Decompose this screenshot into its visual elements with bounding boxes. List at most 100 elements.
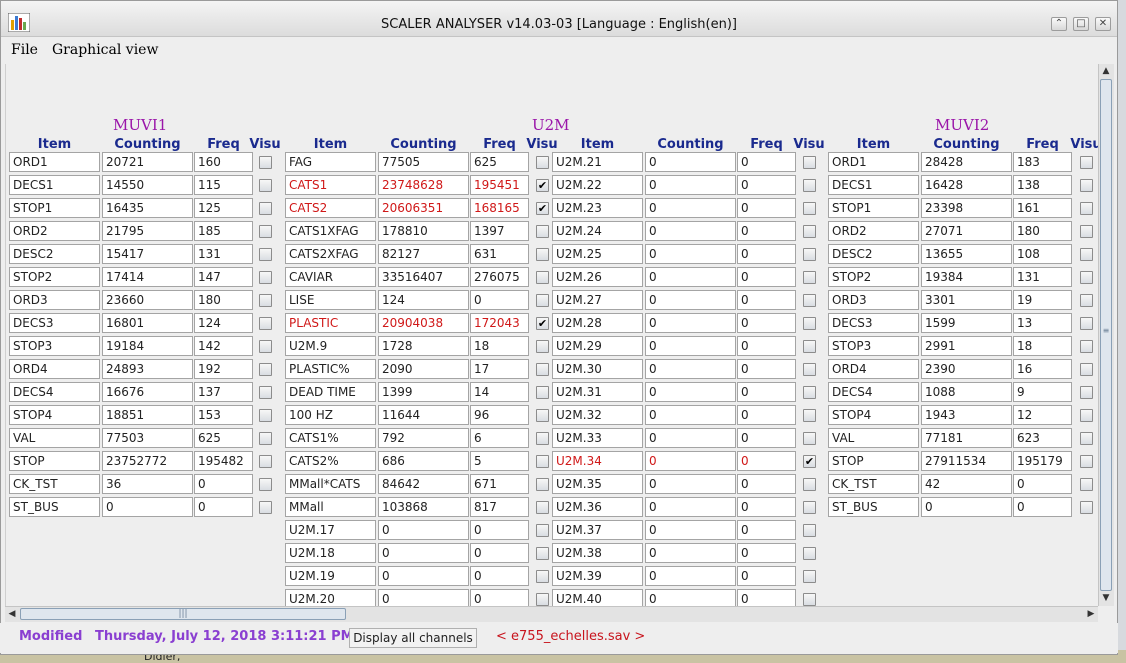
visu-checkbox[interactable]	[259, 432, 272, 445]
freq-field[interactable]: 18	[470, 336, 529, 356]
item-name-field[interactable]: DEAD TIME	[285, 382, 376, 402]
counting-field[interactable]: 21795	[102, 221, 193, 241]
item-name-field[interactable]: STOP3	[828, 336, 919, 356]
maximize-button[interactable]: □	[1073, 17, 1089, 31]
counting-field[interactable]: 0	[645, 474, 736, 494]
item-name-field[interactable]: U2M.32	[552, 405, 643, 425]
item-name-field[interactable]: U2M.33	[552, 428, 643, 448]
item-name-field[interactable]: U2M.39	[552, 566, 643, 586]
visu-checkbox[interactable]	[803, 432, 816, 445]
item-name-field[interactable]: STOP4	[828, 405, 919, 425]
counting-field[interactable]: 23398	[921, 198, 1012, 218]
visu-checkbox[interactable]	[803, 202, 816, 215]
freq-field[interactable]: 185	[194, 221, 253, 241]
counting-field[interactable]: 16428	[921, 175, 1012, 195]
freq-field[interactable]: 0	[737, 336, 796, 356]
counting-field[interactable]: 2390	[921, 359, 1012, 379]
visu-checkbox[interactable]: ✔	[803, 455, 816, 468]
freq-field[interactable]: 6	[470, 428, 529, 448]
counting-field[interactable]: 0	[645, 267, 736, 287]
freq-field[interactable]: 0	[737, 382, 796, 402]
freq-field[interactable]: 161	[1013, 198, 1072, 218]
item-name-field[interactable]: STOP1	[828, 198, 919, 218]
visu-checkbox[interactable]	[1080, 294, 1093, 307]
counting-field[interactable]: 16676	[102, 382, 193, 402]
visu-checkbox[interactable]	[803, 156, 816, 169]
visu-checkbox[interactable]	[803, 409, 816, 422]
freq-field[interactable]: 671	[470, 474, 529, 494]
counting-field[interactable]: 27071	[921, 221, 1012, 241]
visu-checkbox[interactable]	[536, 225, 549, 238]
item-name-field[interactable]: U2M.31	[552, 382, 643, 402]
counting-field[interactable]: 0	[645, 497, 736, 517]
freq-field[interactable]: 131	[1013, 267, 1072, 287]
item-name-field[interactable]: DECS1	[9, 175, 100, 195]
freq-field[interactable]: 0	[737, 428, 796, 448]
item-name-field[interactable]: CAVIAR	[285, 267, 376, 287]
item-name-field[interactable]: FAG	[285, 152, 376, 172]
freq-field[interactable]: 172043	[470, 313, 529, 333]
counting-field[interactable]: 11644	[378, 405, 469, 425]
freq-field[interactable]: 9	[1013, 382, 1072, 402]
item-name-field[interactable]: ORD1	[9, 152, 100, 172]
visu-checkbox[interactable]	[803, 179, 816, 192]
item-name-field[interactable]: U2M.28	[552, 313, 643, 333]
counting-field[interactable]: 23660	[102, 290, 193, 310]
visu-checkbox[interactable]	[536, 547, 549, 560]
visu-checkbox[interactable]	[259, 478, 272, 491]
counting-field[interactable]: 15417	[102, 244, 193, 264]
scroll-down-arrow-icon[interactable]: ▼	[1100, 593, 1112, 603]
counting-field[interactable]: 2090	[378, 359, 469, 379]
counting-field[interactable]: 0	[102, 497, 193, 517]
scroll-left-arrow-icon[interactable]: ◀	[6, 609, 18, 619]
visu-checkbox[interactable]	[536, 294, 549, 307]
visu-checkbox[interactable]	[1080, 202, 1093, 215]
item-name-field[interactable]: ORD1	[828, 152, 919, 172]
visu-checkbox[interactable]	[803, 294, 816, 307]
freq-field[interactable]: 0	[1013, 474, 1072, 494]
counting-field[interactable]: 77505	[378, 152, 469, 172]
visu-checkbox[interactable]	[536, 363, 549, 376]
freq-field[interactable]: 0	[194, 474, 253, 494]
item-name-field[interactable]: U2M.24	[552, 221, 643, 241]
counting-field[interactable]: 1399	[378, 382, 469, 402]
visu-checkbox[interactable]	[259, 225, 272, 238]
counting-field[interactable]: 0	[645, 175, 736, 195]
freq-field[interactable]: 0	[737, 566, 796, 586]
counting-field[interactable]: 0	[645, 382, 736, 402]
counting-field[interactable]: 103868	[378, 497, 469, 517]
visu-checkbox[interactable]	[536, 409, 549, 422]
counting-field[interactable]: 178810	[378, 221, 469, 241]
counting-field[interactable]: 0	[645, 152, 736, 172]
freq-field[interactable]: 19	[1013, 290, 1072, 310]
freq-field[interactable]: 16	[1013, 359, 1072, 379]
item-name-field[interactable]: DESC2	[828, 244, 919, 264]
item-name-field[interactable]: 100 HZ	[285, 405, 376, 425]
counting-field[interactable]: 0	[645, 589, 736, 606]
visu-checkbox[interactable]	[803, 340, 816, 353]
counting-field[interactable]: 27911534	[921, 451, 1012, 471]
counting-field[interactable]: 0	[645, 198, 736, 218]
counting-field[interactable]: 124	[378, 290, 469, 310]
counting-field[interactable]: 16801	[102, 313, 193, 333]
visu-checkbox[interactable]	[536, 248, 549, 261]
counting-field[interactable]: 0	[378, 520, 469, 540]
visu-checkbox[interactable]	[536, 570, 549, 583]
visu-checkbox[interactable]	[1080, 248, 1093, 261]
counting-field[interactable]: 0	[645, 313, 736, 333]
scroll-right-arrow-icon[interactable]: ▶	[1085, 609, 1097, 619]
counting-field[interactable]: 1599	[921, 313, 1012, 333]
item-name-field[interactable]: U2M.18	[285, 543, 376, 563]
item-name-field[interactable]: U2M.30	[552, 359, 643, 379]
item-name-field[interactable]: U2M.20	[285, 589, 376, 606]
item-name-field[interactable]: ORD3	[828, 290, 919, 310]
counting-field[interactable]: 42	[921, 474, 1012, 494]
item-name-field[interactable]: U2M.35	[552, 474, 643, 494]
counting-field[interactable]: 0	[645, 244, 736, 264]
visu-checkbox[interactable]	[259, 340, 272, 353]
freq-field[interactable]: 0	[737, 405, 796, 425]
visu-checkbox[interactable]	[803, 547, 816, 560]
visu-checkbox[interactable]	[259, 271, 272, 284]
item-name-field[interactable]: U2M.22	[552, 175, 643, 195]
freq-field[interactable]: 0	[737, 543, 796, 563]
